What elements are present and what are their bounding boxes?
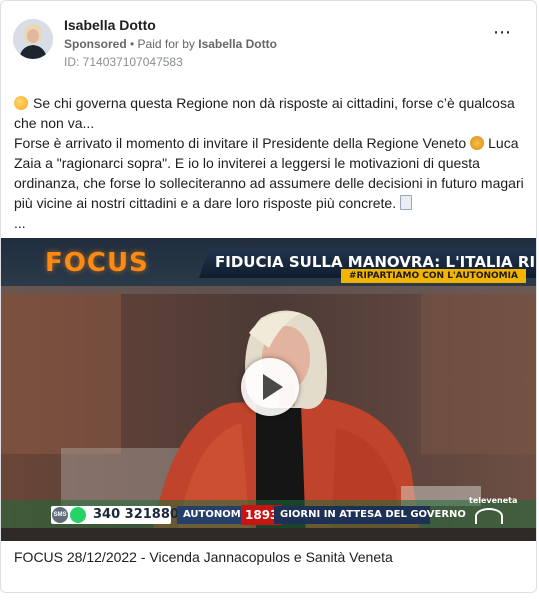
lion-face-icon (470, 136, 485, 150)
author-name[interactable]: Isabella Dotto (64, 17, 156, 33)
sms-icon: SMS (52, 507, 68, 523)
post-text-line1-content: Se chi governa questa Regione non dà ris… (14, 95, 515, 131)
thinking-face-icon (14, 96, 28, 110)
page-facing-up-icon (400, 195, 413, 210)
post-header: Isabella Dotto Sponsored • Paid for by I… (13, 15, 524, 71)
sponsored-line: Sponsored • Paid for by Isabella Dotto (64, 37, 277, 51)
more-options-icon[interactable]: ⋯ (493, 23, 512, 41)
play-icon[interactable] (241, 358, 299, 416)
see-more-ellipsis[interactable]: ... (14, 213, 529, 233)
focus-channel-logo: FOCUS (45, 248, 149, 278)
post-text-line2: Forse è arrivato il momento di invitare … (14, 133, 529, 213)
avatar[interactable] (13, 19, 53, 59)
whatsapp-icon (70, 507, 86, 523)
video-caption[interactable]: FOCUS 28/12/2022 - Vicenda Jannacopulos … (14, 549, 393, 565)
post-text: Se chi governa questa Regione non dà ris… (14, 93, 529, 233)
post-text-line2a: Forse è arrivato il momento di invitare … (14, 135, 467, 151)
sponsored-post-card: Isabella Dotto Sponsored • Paid for by I… (0, 0, 537, 593)
video-player[interactable]: FOCUS FIDUCIA SULLA MANOVRA: L'ITALIA RI… (1, 238, 536, 541)
phone-number: 340 3218806 (93, 507, 188, 522)
broadcaster-logo: televeneta (469, 496, 518, 505)
post-text-line1: Se chi governa questa Regione non dà ris… (14, 93, 529, 133)
separator: • (126, 37, 138, 51)
ad-id: ID: 714037107047583 (64, 55, 183, 69)
broadcaster-mark-icon (475, 508, 503, 524)
paid-for-name: Isabella Dotto (198, 37, 277, 51)
sponsored-label: Sponsored (64, 37, 127, 51)
autonomia-text: GIORNI IN ATTESA DEL GOVERNO (274, 506, 466, 524)
paid-for-prefix: Paid for by (137, 37, 199, 51)
hashtag-banner: #RIPARTIAMO CON L'AUTONOMIA (341, 269, 526, 283)
